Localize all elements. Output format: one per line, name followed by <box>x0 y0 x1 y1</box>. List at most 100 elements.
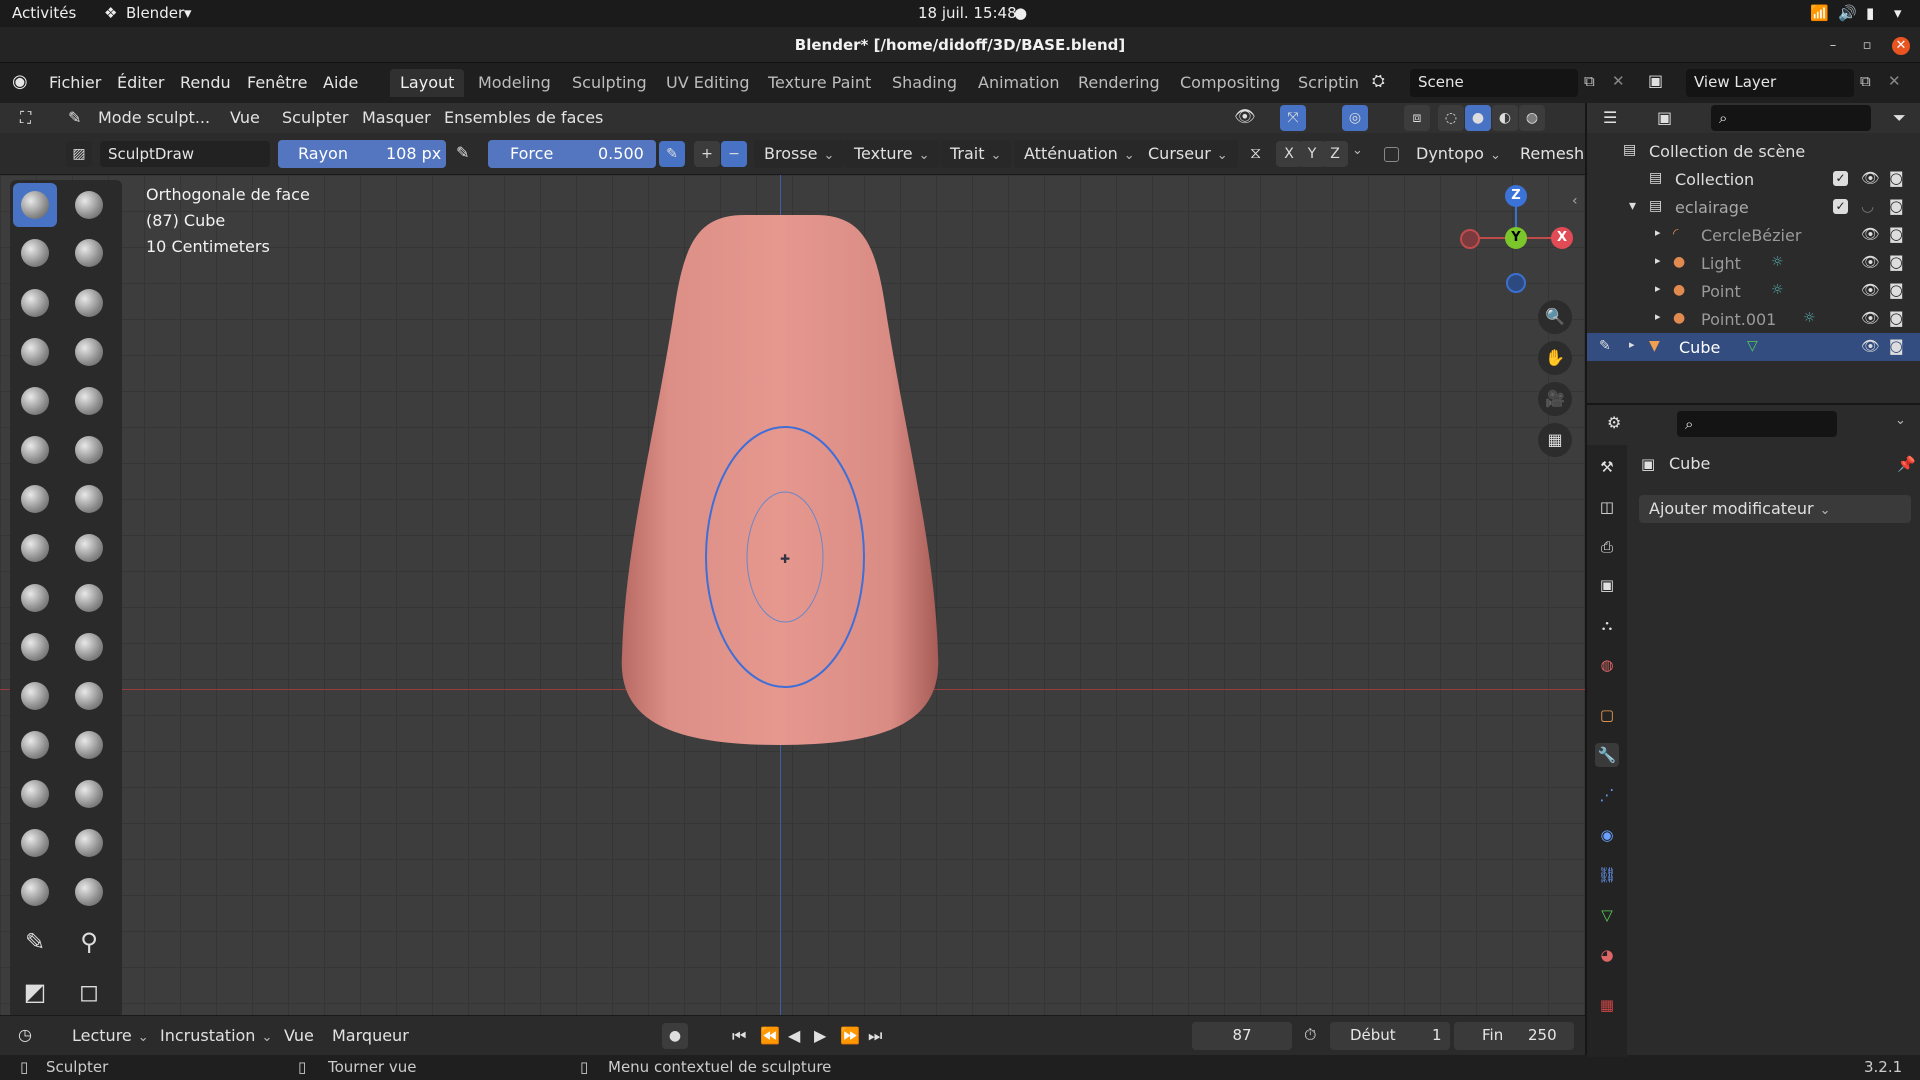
direction-add-icon[interactable]: + <box>694 141 720 167</box>
scrape-tool[interactable] <box>13 477 57 521</box>
tool-tab-icon[interactable]: ⚒ <box>1595 455 1619 479</box>
transform-icon[interactable]: ⚲ <box>67 920 111 964</box>
exclude-checkbox[interactable]: ✓ <box>1833 199 1848 214</box>
snake-hook-tool[interactable] <box>67 576 111 620</box>
pan-hand-icon[interactable]: ✋ <box>1538 341 1572 375</box>
radius-pressure-icon[interactable]: ✎ <box>456 143 469 162</box>
clock[interactable]: 18 juil. 15:48 <box>918 4 1017 22</box>
scene-name-field[interactable]: Scene <box>1410 69 1578 97</box>
menu-edit[interactable]: Éditer <box>117 73 164 92</box>
symmetry-z-toggle[interactable]: Z <box>1322 141 1348 167</box>
stroke-dropdown[interactable]: Trait <box>940 140 1012 168</box>
thumb-tool[interactable] <box>13 625 57 669</box>
new-scene-icon[interactable]: ⧉ <box>1584 72 1595 90</box>
tab-layout[interactable]: Layout <box>390 69 465 97</box>
fill-tool[interactable] <box>67 428 111 472</box>
gizmo-z[interactable]: Z <box>1505 185 1527 207</box>
delete-view-layer-icon[interactable]: ✕ <box>1888 72 1901 90</box>
playback-menu[interactable]: Lecture <box>62 1022 159 1050</box>
gizmo-y[interactable]: Y <box>1505 227 1527 249</box>
draw-brush-tool[interactable] <box>13 183 57 227</box>
eye-icon[interactable]: 👁 <box>1861 337 1880 355</box>
draw-face-sets-tool[interactable] <box>67 821 111 865</box>
symmetry-chevron-icon[interactable]: ⌄ <box>1352 143 1363 158</box>
crease-tool[interactable] <box>13 379 57 423</box>
record-icon[interactable]: ● <box>662 1023 688 1049</box>
outliner-row-eclairage[interactable]: ▾ ▤ eclairage ✓ ◡ ◙ <box>1587 193 1920 221</box>
expand-arrow-icon[interactable]: ▸ <box>1655 226 1661 239</box>
sculpt-mode-icon[interactable]: ✎ <box>68 108 81 127</box>
scene-tab-icon[interactable]: ⛬ <box>1595 613 1619 637</box>
volume-icon[interactable]: 🔊 <box>1838 4 1857 22</box>
data-tab-icon[interactable]: ▽ <box>1595 903 1619 927</box>
material-tab-icon[interactable]: ◕ <box>1595 943 1619 967</box>
tab-sculpting[interactable]: Sculpting <box>562 69 657 97</box>
exclude-checkbox[interactable]: ✓ <box>1833 171 1848 186</box>
flatten-tool[interactable] <box>13 428 57 472</box>
new-view-layer-icon[interactable]: ⧉ <box>1860 72 1871 90</box>
expand-arrow-icon[interactable]: ▸ <box>1655 254 1661 267</box>
world-tab-icon[interactable]: ◍ <box>1595 653 1619 677</box>
inflate-tool[interactable] <box>13 330 57 374</box>
outliner-row-point[interactable]: ▸ ● Point ☼ 👁 ◙ <box>1587 277 1920 305</box>
solid-shading-icon[interactable]: ● <box>1465 105 1491 131</box>
play-icon[interactable]: ▶ <box>814 1026 826 1045</box>
properties-search-input[interactable]: ⌕ <box>1677 411 1837 437</box>
outliner-row-light[interactable]: ▸ ● Light ☼ 👁 ◙ <box>1587 249 1920 277</box>
app-menu[interactable]: Blender <box>126 4 184 22</box>
tab-shading[interactable]: Shading <box>882 69 967 97</box>
outliner-row-cerclebezier[interactable]: ▸ ◜ CercleBézier 👁 ◙ <box>1587 221 1920 249</box>
system-menu-chevron-icon[interactable]: ▾ <box>1894 4 1902 22</box>
smooth-tool[interactable] <box>67 379 111 423</box>
pinch-tool[interactable] <box>13 526 57 570</box>
multiplane-scrape-tool[interactable] <box>67 477 111 521</box>
symmetry-icon[interactable]: ⧖ <box>1250 143 1261 163</box>
render-tab-icon[interactable]: ◫ <box>1595 495 1619 519</box>
zoom-icon[interactable]: 🔍 <box>1538 300 1572 334</box>
display-mode-icon[interactable]: ▣ <box>1657 108 1672 127</box>
menu-help[interactable]: Aide <box>323 73 358 92</box>
prev-keyframe-icon[interactable]: ⏪ <box>760 1026 780 1045</box>
strength-pressure-icon[interactable]: ✎ <box>659 141 685 167</box>
menu-window[interactable]: Fenêtre <box>247 73 308 92</box>
editor-type-icon[interactable]: ⛶ <box>20 108 31 128</box>
view-layer-icon[interactable]: ▣ <box>1648 71 1663 90</box>
eye-closed-icon[interactable]: ◡ <box>1861 197 1874 215</box>
expand-arrow-icon[interactable]: ▸ <box>1629 338 1635 351</box>
boundary-tool[interactable] <box>67 723 111 767</box>
properties-editor-icon[interactable]: ⚙ <box>1607 413 1621 432</box>
camera-icon[interactable]: ◙ <box>1889 281 1904 299</box>
close-icon[interactable]: ✕ <box>1892 37 1910 55</box>
tab-scripting[interactable]: Scriptinc <box>1288 69 1358 97</box>
strength-slider[interactable]: Force 0.500 <box>488 140 656 168</box>
rotate-tool[interactable] <box>67 674 111 718</box>
visibility-icon[interactable]: 👁 <box>1234 107 1256 127</box>
maximize-icon[interactable]: ▫ <box>1858 37 1876 55</box>
modifier-tab-icon[interactable]: 🔧 <box>1595 743 1619 767</box>
blender-logo-icon[interactable]: ◉ <box>12 71 28 92</box>
pin-icon[interactable]: 📌 <box>1897 455 1916 473</box>
minimize-icon[interactable]: – <box>1824 37 1842 55</box>
camera-icon[interactable]: ◙ <box>1889 197 1904 215</box>
sidebar-toggle-icon[interactable]: ‹ <box>1572 193 1578 209</box>
frame-end-field[interactable]: Fin 250 <box>1454 1022 1574 1050</box>
view-layer-tab-icon[interactable]: ▣ <box>1595 573 1619 597</box>
dyntopo-checkbox[interactable] <box>1384 147 1399 162</box>
simplify-tool[interactable] <box>67 772 111 816</box>
eye-icon[interactable]: 👁 <box>1861 169 1880 187</box>
box-hide-icon[interactable]: ◻ <box>67 970 111 1014</box>
tab-uv-editing[interactable]: UV Editing <box>656 69 759 97</box>
play-reverse-icon[interactable]: ◀ <box>788 1026 800 1045</box>
remesh-button[interactable]: Remesh <box>1520 144 1584 163</box>
tab-rendering[interactable]: Rendering <box>1068 69 1170 97</box>
wifi-icon[interactable]: 📶 <box>1810 4 1829 22</box>
layer-tool[interactable] <box>67 281 111 325</box>
output-tab-icon[interactable]: ⎙ <box>1595 535 1619 559</box>
preview-range-icon[interactable]: ⏱ <box>1304 1025 1316 1045</box>
view-layer-field[interactable]: View Layer <box>1686 69 1854 97</box>
eye-icon[interactable]: 👁 <box>1861 309 1880 327</box>
cursor-dropdown[interactable]: Curseur <box>1138 140 1238 168</box>
camera-icon[interactable]: ◙ <box>1889 225 1904 243</box>
eye-icon[interactable]: 👁 <box>1861 225 1880 243</box>
material-shading-icon[interactable]: ◐ <box>1492 105 1518 131</box>
